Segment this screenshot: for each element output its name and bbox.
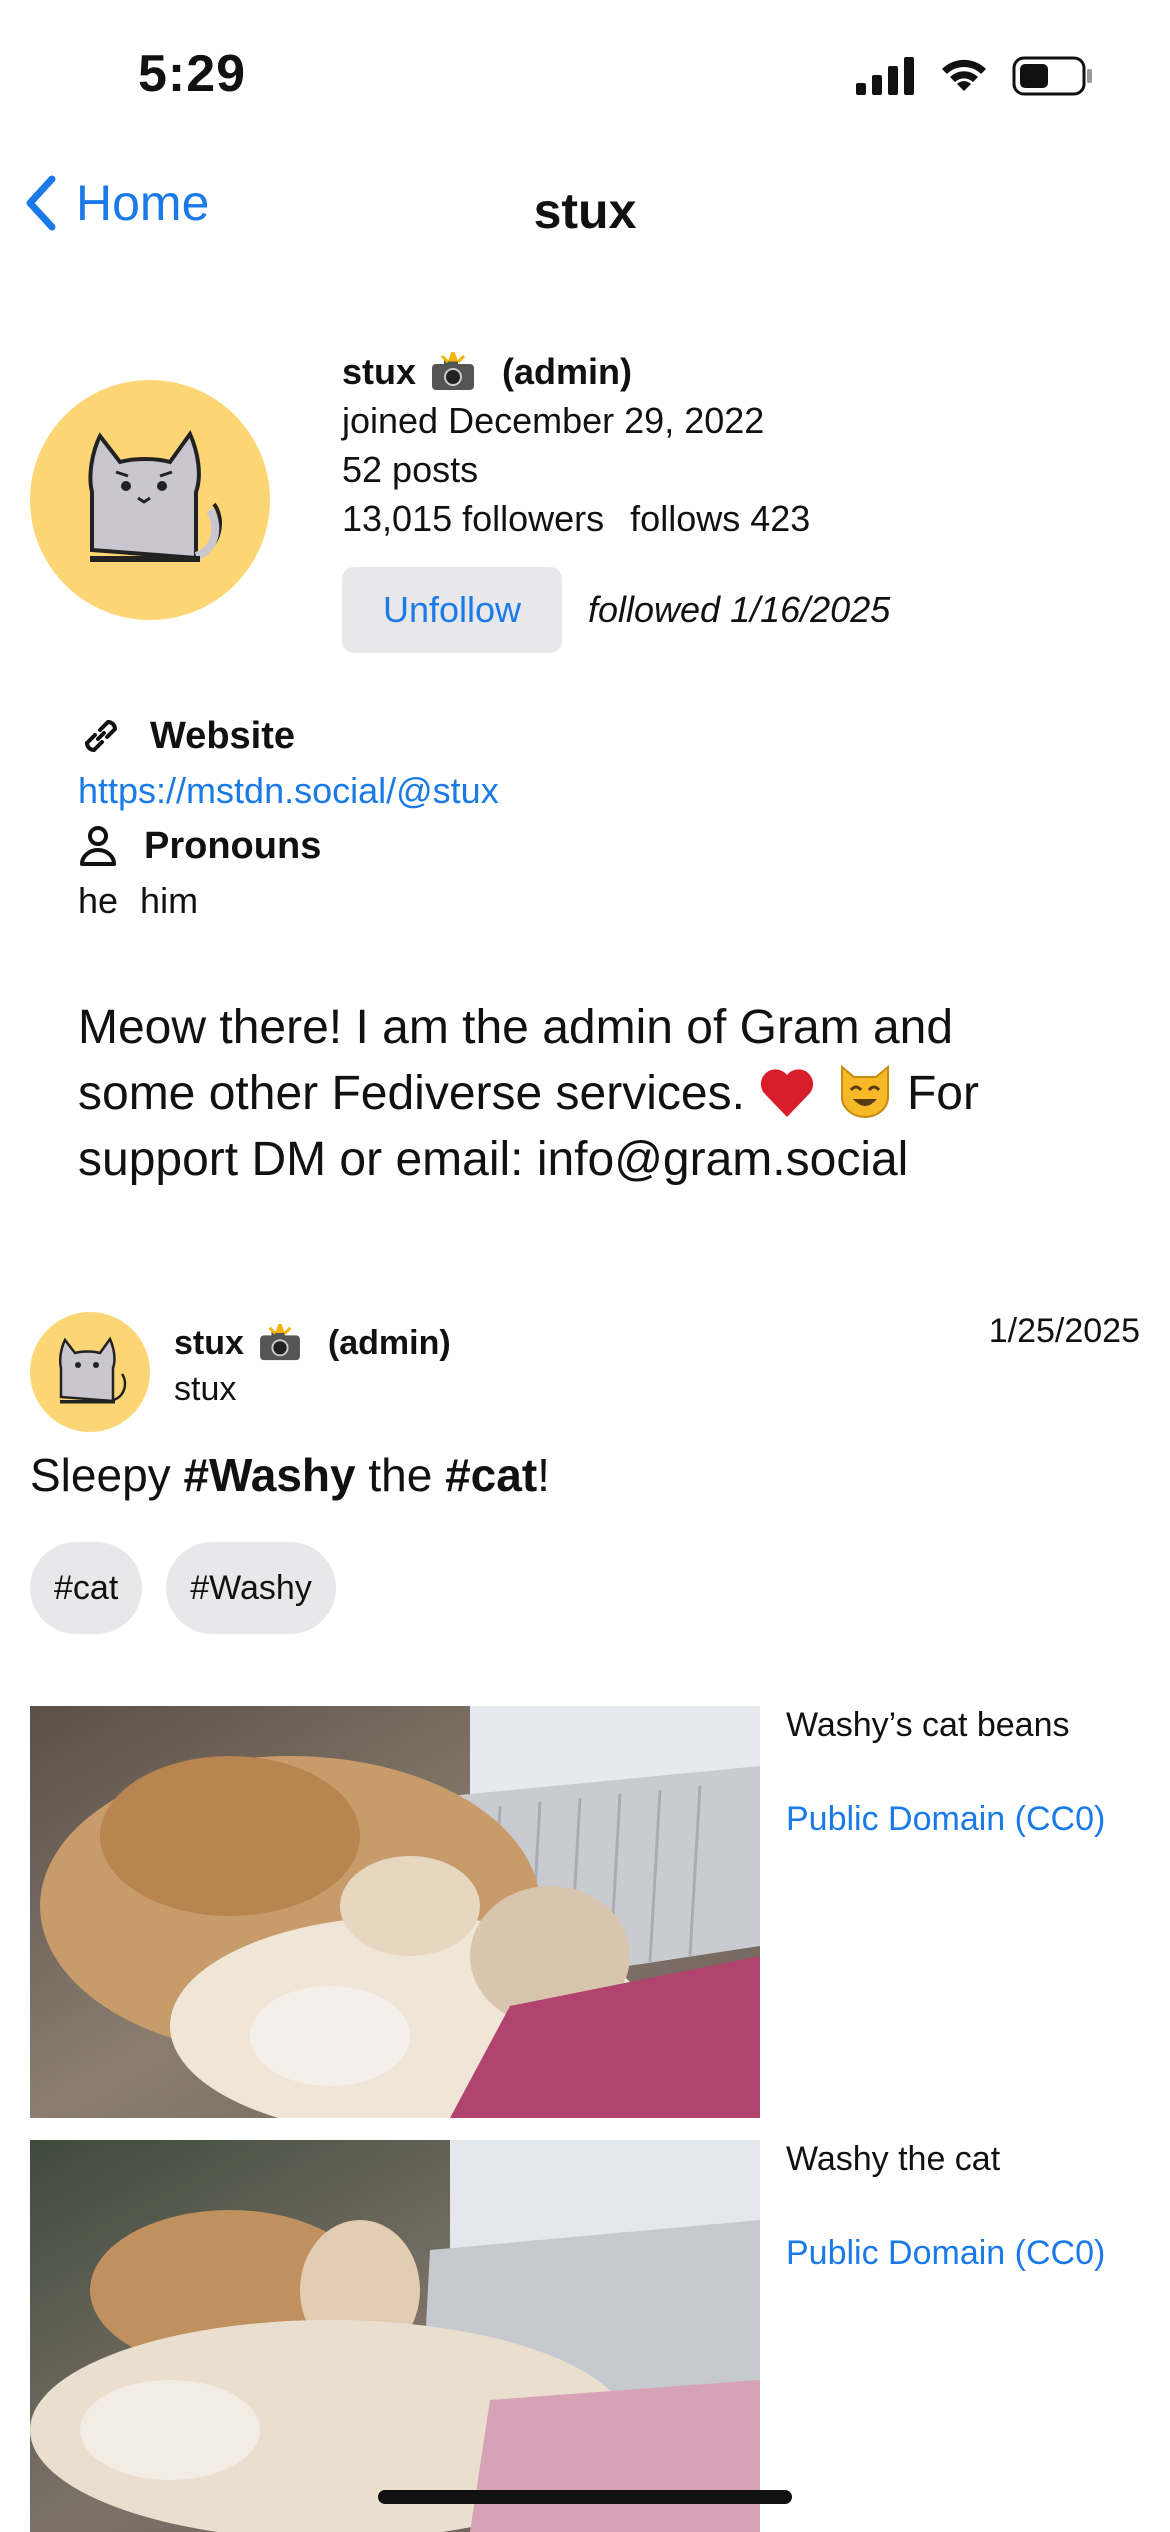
navigation-bar: Home stux (0, 160, 1170, 260)
home-indicator[interactable] (378, 2490, 792, 2504)
bio-line-1: Meow there! I am the admin of Gram and (78, 1001, 954, 1054)
website-field-label: Website (150, 714, 296, 757)
post-text: Sleepy #Washy the #cat! (30, 1448, 550, 1502)
post-author-handle: stux (174, 1370, 237, 1408)
profile-display-name: stux (342, 351, 417, 392)
smiling-cat-icon (840, 1064, 889, 1118)
profile-name-line: stux (admin) (342, 348, 890, 396)
camera-flash-icon (432, 352, 475, 390)
bio-line-3: support DM or email: info@gram.social (78, 1133, 909, 1186)
follow-row: Unfollow followed 1/16/2025 (342, 567, 890, 653)
pronouns-field-header: Pronouns (78, 818, 499, 874)
post-text-part: Sleepy (30, 1449, 184, 1501)
post-text-part: ! (537, 1449, 550, 1501)
post-author: stux (admin) stux (174, 1320, 451, 1412)
unfollow-button[interactable]: Unfollow (342, 567, 562, 653)
pronoun-he: he (78, 880, 119, 921)
cellular-signal-icon (856, 57, 914, 95)
following-count[interactable]: follows 423 (630, 498, 810, 539)
post-date: 1/25/2025 (988, 1312, 1140, 1350)
status-icons (856, 56, 1094, 96)
cat-photo-image (30, 2140, 760, 2532)
post-author-name[interactable]: stux (174, 1324, 244, 1363)
page-title: stux (533, 183, 637, 239)
followers-count[interactable]: 13,015 followers (342, 498, 604, 539)
status-bar: 5:29 (0, 0, 1170, 150)
profile-fields: Website https://mstdn.social/@stux Prono… (78, 708, 499, 928)
post-author-name-line: stux (admin) (174, 1320, 451, 1366)
pronouns-field-label: Pronouns (144, 824, 322, 867)
media-caption: Washy’s cat beans (786, 1706, 1070, 1744)
tag-chip-cat[interactable]: #cat (30, 1542, 143, 1634)
bio-line-2-text: some other Fediverse services. (78, 1067, 745, 1120)
profile-stats: 13,015 followers follows 423 (342, 494, 890, 543)
post-media-image[interactable] (30, 2140, 760, 2532)
cat-avatar-icon (88, 429, 222, 562)
red-heart-icon (761, 1069, 814, 1117)
pronoun-him: him (140, 880, 199, 921)
profile-info: stux (admin) joined December 29, 2022 52… (342, 348, 890, 653)
post-text-part: the (355, 1449, 446, 1501)
post-hashtag-link[interactable]: #Washy (183, 1449, 355, 1501)
post-hashtag-link[interactable]: #cat (445, 1449, 537, 1501)
website-link[interactable]: https://mstdn.social/@stux (78, 764, 499, 818)
battery-icon (1012, 56, 1092, 96)
pronouns-value: he him (78, 874, 499, 928)
bio-line-2: some other Fediverse services. For (78, 1061, 1058, 1127)
tag-chip-washy[interactable]: #Washy (166, 1542, 336, 1634)
post-author-avatar[interactable] (30, 1312, 150, 1432)
cat-photo-image (30, 1706, 760, 2118)
camera-flash-icon (259, 1324, 300, 1361)
post-author-role: (admin) (327, 1323, 451, 1362)
media-caption: Washy the cat (786, 2140, 1001, 2178)
profile-joined: joined December 29, 2022 (342, 400, 765, 441)
media-license-link[interactable]: Public Domain (CC0) (786, 1800, 1105, 1839)
cat-avatar-icon (58, 1336, 127, 1404)
profile-role-badge: (admin) (502, 351, 633, 392)
wifi-icon (942, 59, 986, 91)
post-media-image[interactable] (30, 1706, 760, 2118)
profile-post-count: 52 posts (342, 449, 479, 490)
link-icon (84, 719, 118, 753)
profile-bio: Meow there! I am the admin of Gram and s… (78, 995, 1058, 1193)
status-time: 5:29 (138, 45, 247, 103)
post-tags: #cat #Washy (30, 1542, 336, 1634)
website-field-header: Website (78, 708, 499, 764)
media-license-link[interactable]: Public Domain (CC0) (786, 2234, 1105, 2273)
followed-date: followed 1/16/2025 (588, 589, 891, 630)
person-icon (80, 826, 116, 866)
profile-avatar[interactable] (30, 380, 270, 620)
bio-line-2-end: For (893, 1067, 979, 1120)
